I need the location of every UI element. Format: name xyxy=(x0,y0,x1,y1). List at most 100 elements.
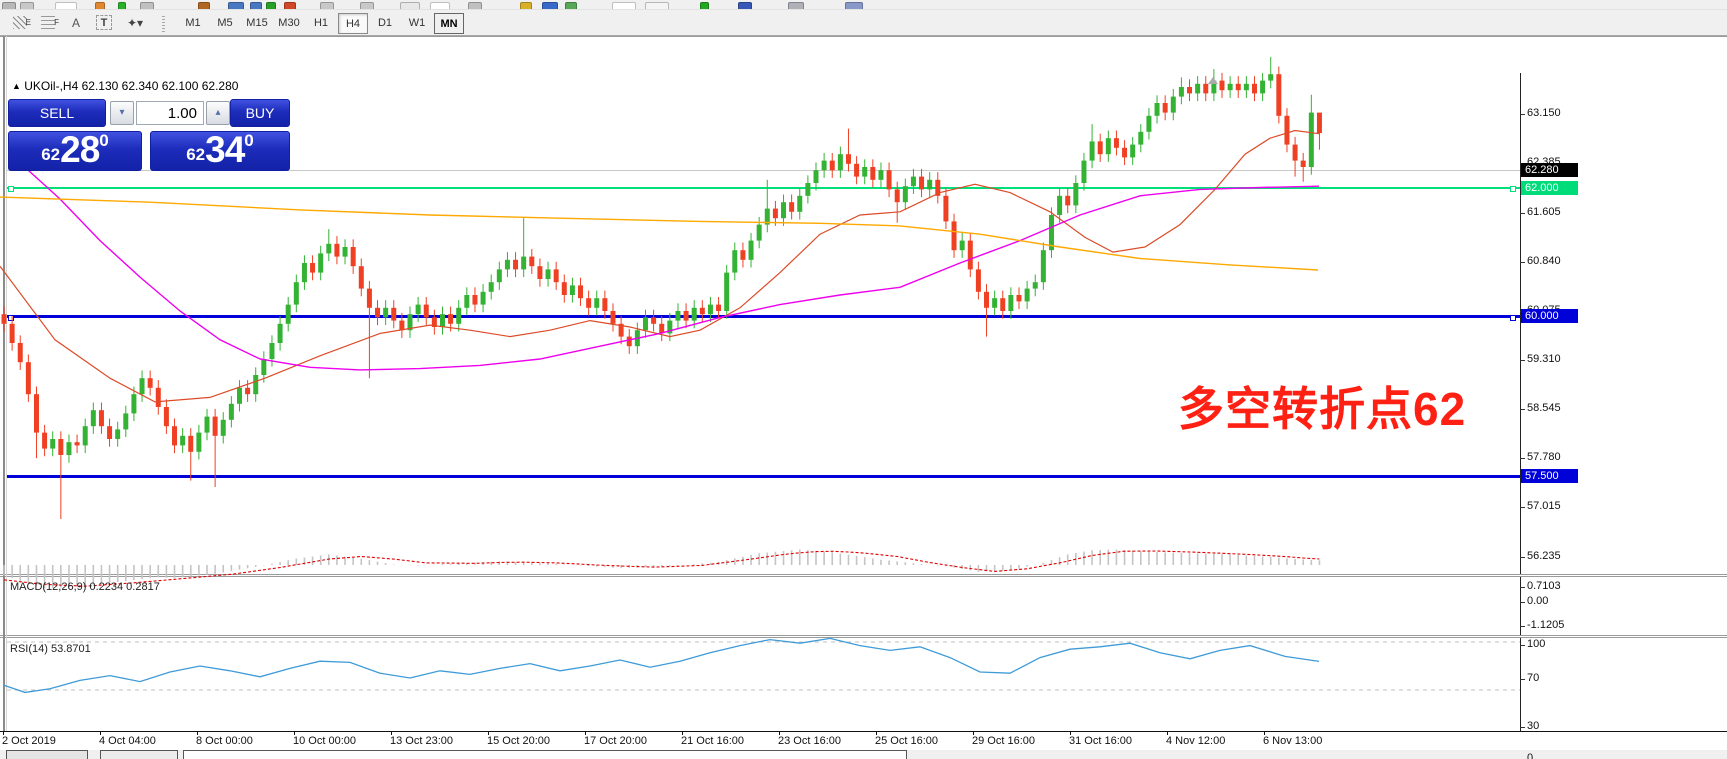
time-label: 23 Oct 16:00 xyxy=(778,735,841,747)
toolbar-icon-stub[interactable] xyxy=(565,2,577,9)
price-axis-border xyxy=(1520,73,1521,574)
toolbar-icon-stub[interactable] xyxy=(612,2,636,9)
price-tick-61.605-tick xyxy=(1520,213,1525,214)
rsi-tick-100: 100 xyxy=(1527,638,1546,650)
timeframe-button-H4[interactable]: H4 xyxy=(338,13,368,34)
toolbar-icon-stub[interactable] xyxy=(360,2,374,9)
price-tick-63.150-tick xyxy=(1520,114,1525,115)
buy-price-tile[interactable]: 62 34 0 xyxy=(150,131,290,171)
clipped-tab-box[interactable] xyxy=(100,750,178,759)
time-label: 4 Nov 12:00 xyxy=(1166,735,1226,747)
toolbar-icon-stub[interactable] xyxy=(228,2,244,9)
price-tick-58.545-tick xyxy=(1520,409,1525,410)
level-57-5-line[interactable] xyxy=(7,475,1520,478)
toolbar-icon-stub[interactable] xyxy=(542,2,558,9)
clipped-tab-box[interactable] xyxy=(183,750,907,759)
toolbar-icon-stub[interactable] xyxy=(250,2,262,9)
sell-button[interactable]: SELL xyxy=(8,99,106,127)
chart-annotation-text: 多空转折点62 xyxy=(1178,383,1467,435)
time-label: 13 Oct 23:00 xyxy=(390,735,453,747)
toolbar-icon-stub[interactable] xyxy=(845,2,863,9)
toolbar-icon-stub[interactable] xyxy=(55,2,77,9)
toolbar-icon-stub[interactable] xyxy=(266,2,276,9)
one-click-trading-panel: SELL ▾ ▴ BUY 62280 62340 xyxy=(8,98,290,171)
timeframe-button-M30[interactable]: M30 xyxy=(274,13,304,34)
clipped-tab-box[interactable] xyxy=(6,750,88,759)
timeframe-button-W1[interactable]: W1 xyxy=(402,13,432,34)
sell-price-tile[interactable]: 62 28 0 xyxy=(8,131,142,171)
toolbar-icon-stub[interactable] xyxy=(95,2,105,9)
text-box-icon[interactable]: T xyxy=(92,12,116,34)
toolbar-icon-stub[interactable] xyxy=(400,2,420,9)
toolbar-icon-stub[interactable] xyxy=(118,2,126,9)
toolbar-icon-stub[interactable] xyxy=(520,2,532,9)
time-label: 15 Oct 20:00 xyxy=(487,735,550,747)
rsi-tick-30-tick xyxy=(1520,727,1525,728)
sell-price-main: 28 xyxy=(60,129,100,170)
buy-price-sup: 0 xyxy=(244,131,254,150)
level-60-line-marker[interactable] xyxy=(1510,314,1516,321)
timeframe-button-MN[interactable]: MN xyxy=(434,13,464,34)
time-axis[interactable]: 2 Oct 2019 4 Oct 04:00 8 Oct 00:00 10 Oct 0… xyxy=(0,731,1727,750)
price-tick-60.840: 60.840 xyxy=(1527,255,1561,267)
macd-tick-0.00-tick xyxy=(1520,602,1525,603)
level-62-line-marker[interactable] xyxy=(1510,186,1516,192)
macd-tick--1.1205-tick xyxy=(1520,626,1525,627)
toolbar-icon-stub[interactable] xyxy=(320,2,334,9)
level-62-line-marker[interactable] xyxy=(8,186,14,192)
rsi-tick-30: 30 xyxy=(1527,720,1540,732)
chart-region: ▲ UKOil-,H4 62.130 62.340 62.100 62.280 … xyxy=(0,36,1727,759)
macd-tick--1.1205: -1.1205 xyxy=(1527,619,1565,631)
toolbar-icon-stub[interactable] xyxy=(430,2,450,9)
time-label: 4 Oct 04:00 xyxy=(99,735,156,747)
text-label-icon[interactable]: A xyxy=(64,12,88,34)
time-label: 6 Nov 13:00 xyxy=(1263,735,1323,747)
toolbar-icon-stub[interactable] xyxy=(788,2,804,9)
toolbar-icon-stub[interactable] xyxy=(2,2,16,9)
chart-shift-marker[interactable] xyxy=(1208,77,1218,84)
toolbar-icon-stub[interactable] xyxy=(738,2,752,9)
macd-tick-0.00: 0.00 xyxy=(1527,595,1549,607)
volume-input[interactable] xyxy=(136,101,204,125)
toolbar-icon-stub[interactable] xyxy=(284,2,296,9)
draw-objects-icon[interactable]: E xyxy=(8,12,32,34)
panel-separator[interactable] xyxy=(0,574,1727,577)
sell-price-sup: 0 xyxy=(99,131,109,150)
price-badge-62.000: 62.000 xyxy=(1521,181,1578,195)
rsi-tick-70-tick xyxy=(1520,679,1525,680)
price-tick-57.780: 57.780 xyxy=(1527,451,1561,463)
timeframe-button-H1[interactable]: H1 xyxy=(306,13,336,34)
price-badge-60.000: 60.000 xyxy=(1521,309,1578,323)
price-badge-62.280: 62.280 xyxy=(1521,163,1578,177)
timeframe-button-M15[interactable]: M15 xyxy=(242,13,272,34)
time-label: 8 Oct 00:00 xyxy=(196,735,253,747)
rsi-tick-70: 70 xyxy=(1527,672,1540,684)
timeframe-button-M5[interactable]: M5 xyxy=(210,13,240,34)
level-60-line-marker[interactable] xyxy=(8,314,14,321)
toolbar-icon-stub[interactable] xyxy=(468,2,482,9)
buy-button[interactable]: BUY xyxy=(230,99,290,127)
toolbar-icon-stub[interactable] xyxy=(20,2,34,9)
rsi-tick-100-tick xyxy=(1520,645,1525,646)
toolbar-icon-stub[interactable] xyxy=(198,2,210,9)
time-label: 10 Oct 00:00 xyxy=(293,735,356,747)
toolbar-icon-stub[interactable] xyxy=(700,2,709,9)
arrows-dropdown-icon[interactable]: ✦▾ xyxy=(120,12,150,34)
volume-decrease-button[interactable]: ▾ xyxy=(110,101,134,125)
timeframe-button-M1[interactable]: M1 xyxy=(178,13,208,34)
grid-lines-icon[interactable]: F xyxy=(36,12,60,34)
level-60-line[interactable] xyxy=(7,315,1520,318)
level-62-line[interactable] xyxy=(7,187,1520,189)
window-left-border-light xyxy=(6,36,7,750)
toolbar-separator xyxy=(162,14,165,32)
volume-increase-button[interactable]: ▴ xyxy=(206,101,230,125)
price-tick-63.150: 63.150 xyxy=(1527,107,1561,119)
price-tick-59.310: 59.310 xyxy=(1527,353,1561,365)
mt4-window: E F A T ✦▾ M1 M5 M15 M30 H1 H4 D1 W1 MN ▲ UKOil-… xyxy=(0,0,1727,759)
panel-separator[interactable] xyxy=(0,635,1727,638)
rsi-indicator-label: RSI(14) 53.8701 xyxy=(10,643,91,655)
price-tick-57.015: 57.015 xyxy=(1527,500,1561,512)
toolbar-icon-stub[interactable] xyxy=(140,2,154,9)
toolbar-icon-stub[interactable] xyxy=(645,2,669,9)
timeframe-button-D1[interactable]: D1 xyxy=(370,13,400,34)
